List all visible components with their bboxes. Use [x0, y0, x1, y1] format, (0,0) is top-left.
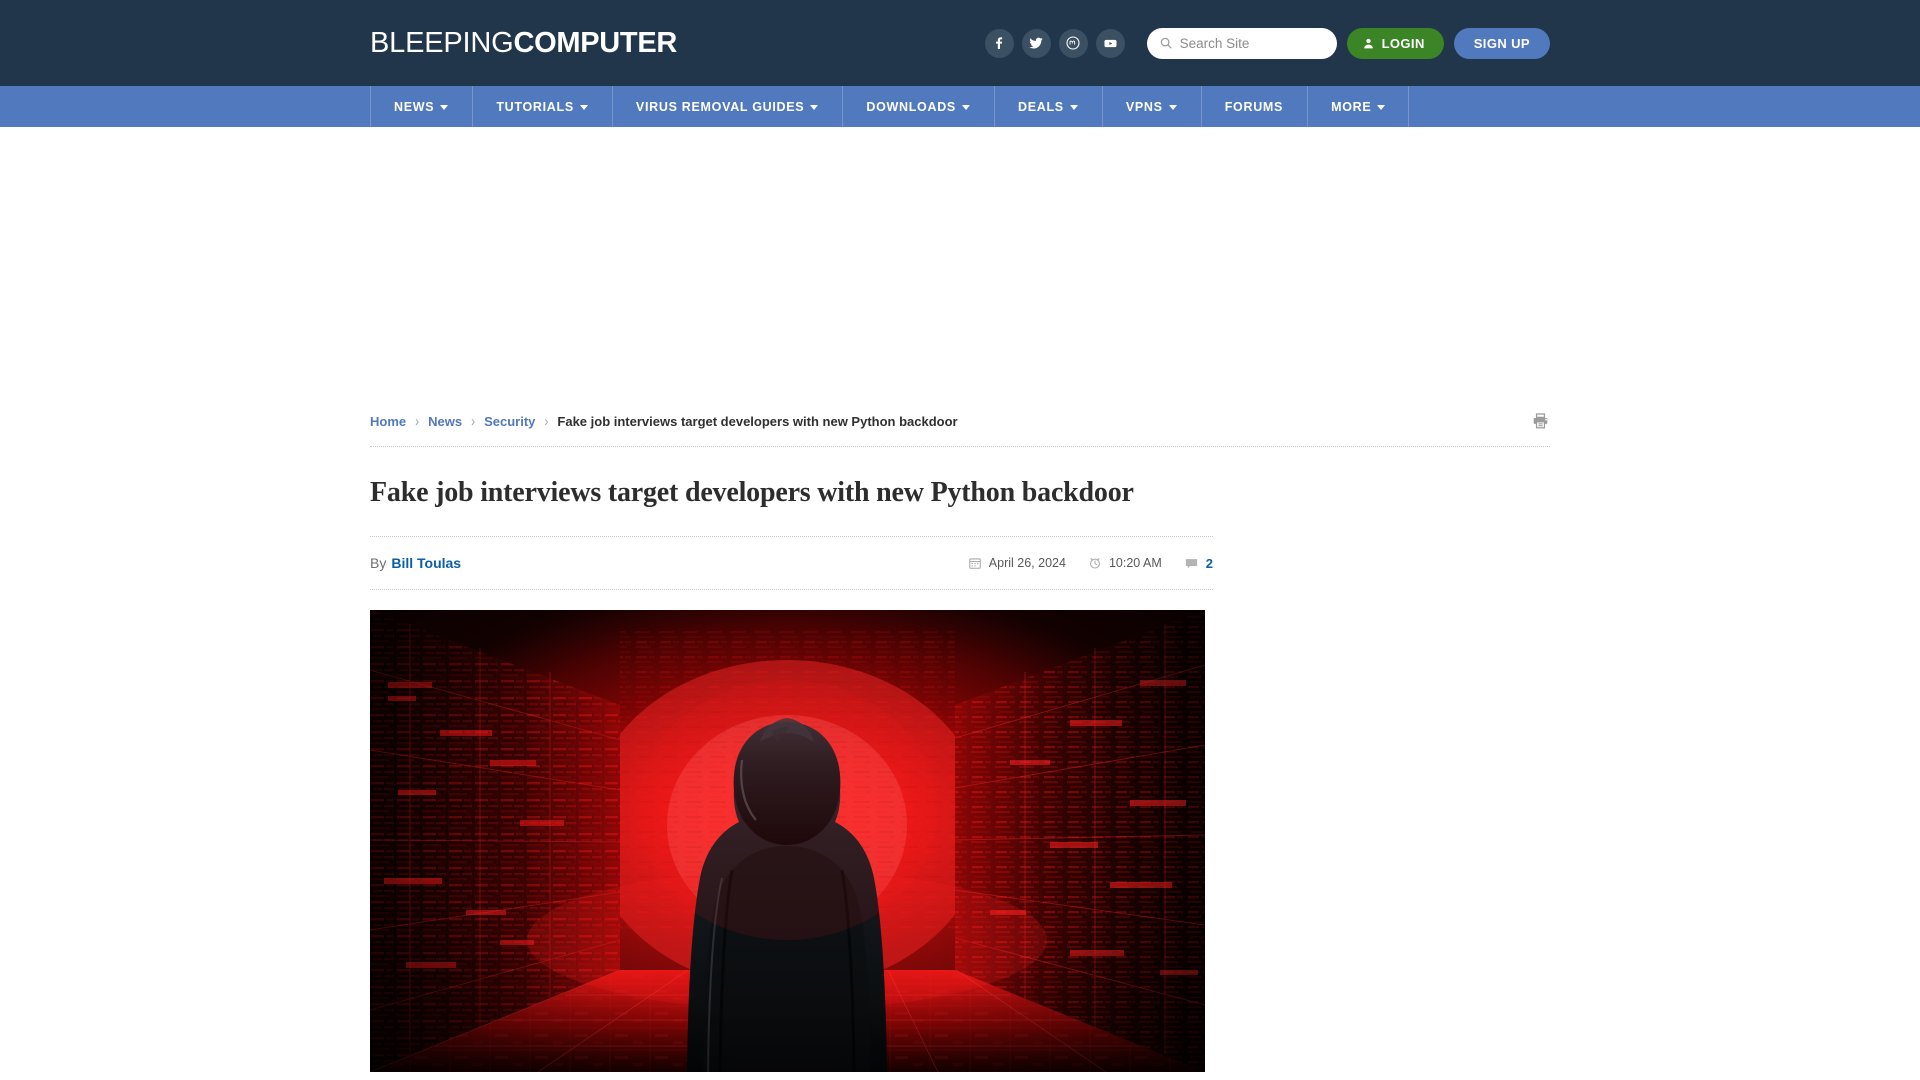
- printer-icon: [1533, 413, 1548, 429]
- breadcrumb-item-security[interactable]: Security: [484, 414, 535, 429]
- breadcrumb-separator-icon: ›: [471, 412, 476, 430]
- chevron-down-icon: [810, 105, 819, 110]
- signup-button-label: SIGN UP: [1473, 35, 1530, 51]
- breadcrumb: Home › News › Security › Fake job interv…: [370, 407, 1550, 435]
- main-navigation: NEWS TUTORIALS VIRUS REMOVAL GUIDES DOWN…: [0, 86, 1920, 127]
- article-time: 10:20 AM: [1088, 556, 1162, 570]
- nav-inner: NEWS TUTORIALS VIRUS REMOVAL GUIDES DOWN…: [370, 86, 1550, 127]
- article-byline-row: By Bill Toulas April 26, 2024 10:20 AM 2: [370, 537, 1213, 589]
- site-header: BLEEPINGCOMPUTER Search Site LOGIN SIGN …: [0, 0, 1920, 86]
- header-right-group: LOGIN SIGN UP: [984, 27, 1550, 59]
- nav-item-deals[interactable]: DEALS: [993, 86, 1102, 127]
- advertisement-placeholder: [0, 127, 1920, 407]
- nav-item-more[interactable]: MORE: [1307, 86, 1410, 127]
- print-button[interactable]: [1531, 412, 1550, 431]
- social-links: [984, 28, 1125, 58]
- facebook-icon[interactable]: [984, 28, 1014, 58]
- chevron-down-icon: [440, 105, 449, 110]
- byline-prefix: By: [370, 555, 387, 571]
- logo-text-bold: COMPUTER: [513, 26, 678, 59]
- login-button-label: LOGIN: [1381, 35, 1425, 51]
- nav-item-label: VPNS: [1125, 99, 1163, 114]
- nav-item-news[interactable]: NEWS: [370, 86, 472, 127]
- article-date: April 26, 2024: [968, 556, 1066, 570]
- login-button[interactable]: LOGIN: [1346, 27, 1444, 59]
- chevron-down-icon: [961, 105, 970, 110]
- nav-item-label: TUTORIALS: [496, 99, 574, 114]
- page-content: Home › News › Security › Fake job interv…: [370, 407, 1550, 1072]
- alarm-clock-icon: [1089, 558, 1100, 569]
- nav-item-vpns[interactable]: VPNS: [1101, 86, 1201, 127]
- calendar-icon: [969, 558, 981, 569]
- logo-text-light: BLEEPING: [370, 26, 514, 59]
- article-date-label: April 26, 2024: [988, 556, 1066, 570]
- author-link[interactable]: Bill Toulas: [391, 555, 461, 571]
- byline-divider: [370, 589, 1213, 590]
- nav-item-downloads[interactable]: DOWNLOADS: [842, 86, 994, 127]
- nav-item-label: MORE: [1331, 99, 1372, 114]
- chevron-down-icon: [1377, 105, 1386, 110]
- nav-item-forums[interactable]: FORUMS: [1200, 86, 1307, 127]
- article-time-label: 10:20 AM: [1108, 556, 1162, 570]
- twitter-icon[interactable]: [1021, 28, 1051, 58]
- nav-item-virus-removal-guides[interactable]: VIRUS REMOVAL GUIDES: [611, 86, 842, 127]
- chevron-down-icon: [1168, 105, 1177, 110]
- user-icon: [1363, 38, 1373, 48]
- mastodon-icon[interactable]: [1058, 28, 1088, 58]
- site-logo[interactable]: BLEEPINGCOMPUTER: [370, 26, 678, 59]
- youtube-icon[interactable]: [1095, 28, 1125, 58]
- search-input[interactable]: [1179, 35, 1325, 51]
- comment-count-label: 2: [1205, 555, 1213, 571]
- signup-button[interactable]: SIGN UP: [1453, 27, 1550, 59]
- nav-item-label: VIRUS REMOVAL GUIDES: [635, 99, 805, 114]
- page-title: Fake job interviews target developers wi…: [370, 477, 1134, 508]
- nav-item-label: FORUMS: [1224, 99, 1284, 114]
- chevron-down-icon: [1069, 105, 1078, 110]
- search-icon: [1160, 37, 1172, 49]
- breadcrumb-item-current: Fake job interviews target developers wi…: [557, 413, 958, 429]
- comment-count[interactable]: 2: [1184, 556, 1213, 571]
- breadcrumb-separator-icon: ›: [544, 412, 549, 430]
- header-inner: BLEEPINGCOMPUTER Search Site LOGIN SIGN …: [370, 0, 1550, 86]
- breadcrumb-item-home[interactable]: Home: [370, 414, 406, 429]
- comment-bubble-icon: [1185, 558, 1197, 568]
- nav-item-tutorials[interactable]: TUTORIALS: [472, 86, 612, 127]
- nav-item-label: DOWNLOADS: [866, 99, 956, 114]
- article-meta-group: April 26, 2024 10:20 AM 2: [968, 556, 1213, 571]
- chevron-down-icon: [579, 105, 588, 110]
- search-box[interactable]: [1146, 27, 1337, 59]
- breadcrumb-separator-icon: ›: [415, 412, 420, 430]
- nav-item-label: DEALS: [1017, 99, 1064, 114]
- nav-item-label: NEWS: [394, 99, 435, 114]
- article-hero-image: Hooded figure silhouette standing in a r…: [370, 610, 1205, 1072]
- breadcrumb-item-news[interactable]: News: [428, 414, 462, 429]
